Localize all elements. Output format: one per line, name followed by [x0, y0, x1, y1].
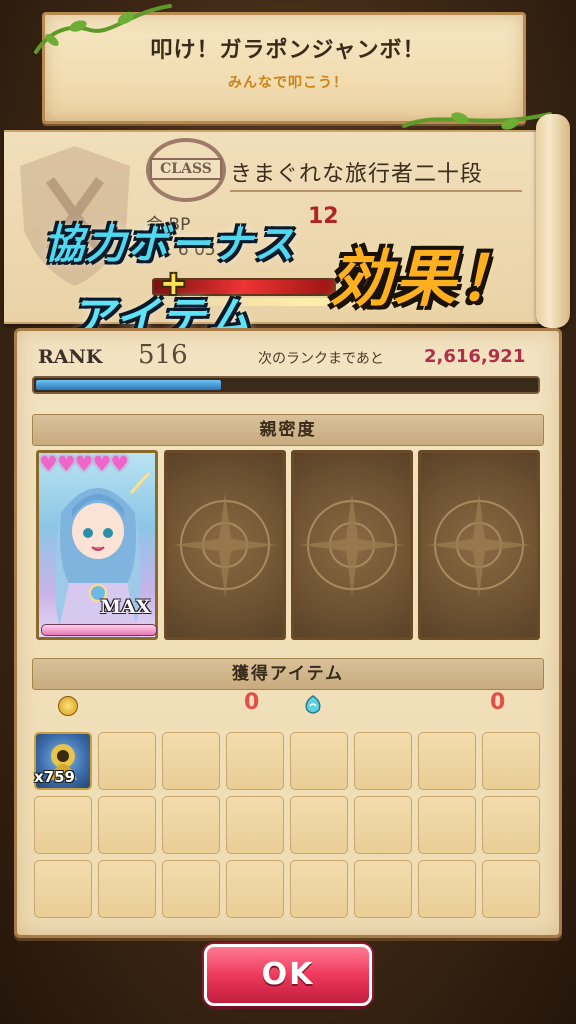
empty-character-slot: [164, 450, 286, 640]
gem-count: 0: [490, 690, 506, 715]
item-slot: [98, 860, 156, 918]
coop-bonus-text: 協力ボーナス: [44, 222, 296, 268]
compass-emblem-icon: [173, 493, 277, 597]
item-slot: [482, 860, 540, 918]
vine-decoration-icon: [34, 4, 172, 54]
rank-value: 516: [138, 340, 188, 370]
empty-character-slot: [291, 450, 413, 640]
rank-label: RANK: [38, 346, 103, 368]
item-slot: [34, 796, 92, 854]
scroll-roll: [536, 114, 570, 328]
item-slot: [162, 796, 220, 854]
item-slot: [162, 732, 220, 790]
empty-character-slot: [418, 450, 540, 640]
compass-emblem-icon: [427, 493, 531, 597]
affinity-max-label: MAX: [100, 596, 151, 618]
item-count: x759: [34, 768, 75, 786]
gem-icon: [305, 695, 321, 714]
affinity-hearts: ♥♥♥♥♥: [39, 452, 129, 476]
obtained-items-header: 獲得アイテム: [32, 658, 544, 690]
item-slot: [482, 732, 540, 790]
item-slot: [226, 796, 284, 854]
affinity-header: 親密度: [32, 414, 544, 446]
coin-icon: [58, 696, 78, 716]
item-slot: [226, 732, 284, 790]
next-rank-value: 2,616,921: [424, 346, 526, 367]
item-slot: [418, 732, 476, 790]
item-slot: [354, 796, 412, 854]
event-subtitle: みんなで叩こう！: [228, 75, 348, 91]
item-slot: [354, 860, 412, 918]
item-slot: [34, 860, 92, 918]
divider: [230, 190, 522, 192]
class-stat-value: 12: [308, 204, 339, 229]
item-slot: [418, 796, 476, 854]
item-slot: [418, 860, 476, 918]
item-slot: [226, 860, 284, 918]
class-name: きまぐれな旅行者二十段: [230, 162, 484, 187]
item-slot: [98, 796, 156, 854]
item-slot: [290, 860, 348, 918]
rank-progress-fill: [36, 380, 221, 390]
item-slot: [290, 796, 348, 854]
compass-emblem-icon: [300, 493, 404, 597]
item-slot: [482, 796, 540, 854]
next-rank-label: 次のランクまであと: [258, 351, 384, 367]
coin-count: 0: [244, 690, 260, 715]
ok-button[interactable]: OK: [204, 944, 372, 1006]
item-slot: [162, 860, 220, 918]
affinity-gauge: [41, 624, 157, 636]
class-stamp-label: CLASS: [150, 158, 222, 180]
item-slot: [290, 732, 348, 790]
item-slot: [98, 732, 156, 790]
item-slot: [354, 732, 412, 790]
effect-text: 効果！: [330, 242, 523, 315]
